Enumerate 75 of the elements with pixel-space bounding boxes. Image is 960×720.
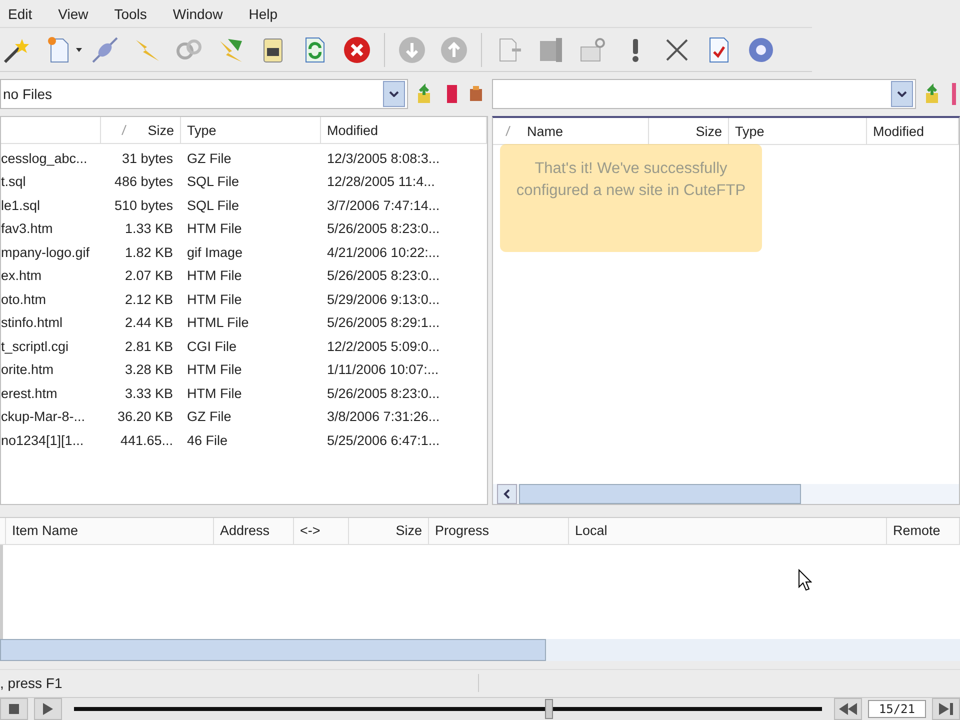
table-cell-text: 3.28 KB: [124, 362, 174, 378]
column-header[interactable]: Item Name: [6, 518, 214, 544]
table-cell-text: gif Image: [186, 244, 244, 260]
column-header[interactable]: Type: [729, 118, 867, 144]
column-header[interactable]: Modified: [867, 118, 959, 144]
table-cell-text: HTML File: [186, 315, 250, 330]
table-cell-text: erest.htm: [1, 386, 58, 401]
column-header[interactable]: Size: [101, 117, 181, 144]
path-field[interactable]: no Files: [0, 79, 408, 110]
table-cell-text: CGI File: [186, 338, 238, 354]
table-cell-text: 12/28/2005 11:4...: [326, 174, 436, 190]
table-cell-text: ex.htm: [1, 268, 43, 284]
column-header[interactable]: Address: [214, 518, 294, 544]
column-header[interactable]: Size: [349, 518, 429, 544]
table-cell-text: 2.12 KB: [124, 292, 174, 307]
table-cell-text: oto.htm: [1, 292, 48, 307]
column-header[interactable]: Modified: [321, 117, 487, 144]
table-cell-text: 510 bytes: [113, 198, 174, 213]
table-cell-text: 2.44 KB: [124, 315, 174, 330]
table-cell-text: HTM File: [186, 362, 243, 378]
table-cell-text: 3/8/2006 7:31:26...: [326, 409, 441, 424]
table-cell-text: 5/26/2005 8:29:1...: [326, 315, 441, 330]
table-cell-text: 3.33 KB: [124, 386, 174, 401]
table-cell-text: mpany-logo.gif: [1, 244, 91, 260]
table-cell-text: GZ File: [186, 409, 232, 424]
table-cell-text: cesslog_abc...: [1, 150, 88, 166]
table-cell-text: HTM File: [186, 386, 243, 401]
table-cell-text: no1234[1][1...: [1, 432, 85, 448]
table-cell-text: 1/11/2006 10:07:...: [326, 362, 440, 378]
table-cell-text: SQL File: [186, 198, 240, 213]
table-cell-text: 5/26/2005 8:23:0...: [326, 386, 441, 401]
table-cell-text: 5/26/2005 8:23:0...: [326, 268, 441, 284]
menu-item[interactable]: Help: [246, 6, 290, 22]
menu-item[interactable]: Window: [170, 6, 235, 22]
table-cell-text: orite.htm: [1, 362, 55, 378]
column-header[interactable]: <->: [294, 518, 349, 544]
column-header[interactable]: Remote: [887, 518, 960, 544]
table-cell-text: le1.sql: [1, 198, 42, 213]
table-cell-text: 2.81 KB: [124, 338, 174, 354]
table-cell-text: 3/7/2006 7:47:14...: [326, 198, 441, 213]
table-cell-text: 2.07 KB: [124, 268, 174, 284]
table-cell-text: 4/21/2006 10:22:...: [326, 244, 441, 260]
table-cell-text: HTM File: [186, 292, 243, 307]
table-cell-text: 441.65...: [119, 432, 174, 448]
column-header[interactable]: Type: [181, 117, 321, 144]
table-cell-text: t.sql: [1, 174, 27, 190]
table-cell-text: 31 bytes: [120, 150, 174, 166]
menu-item[interactable]: View: [56, 6, 100, 22]
table-cell-text: 5/26/2005 8:23:0...: [326, 221, 441, 236]
table-cell-text: 5/29/2006 9:13:0...: [326, 292, 441, 307]
table-cell-text: SQL File: [186, 174, 240, 190]
menu-item[interactable]: Edit: [6, 6, 44, 22]
status-text: , press F1: [0, 675, 64, 692]
table-cell-text: 5/25/2006 6:47:1...: [326, 432, 441, 448]
table-cell-text: ckup-Mar-8-...: [1, 409, 86, 424]
table-cell-text: 1.33 KB: [124, 221, 174, 236]
table-cell-text: HTM File: [186, 221, 243, 236]
column-header[interactable]: Local: [569, 518, 887, 544]
table-cell-text: stinfo.html: [1, 315, 64, 330]
table-cell-text: GZ File: [186, 150, 232, 166]
table-cell-text: 36.20 KB: [116, 409, 174, 424]
frame-counter: 15/21: [868, 700, 926, 718]
column-header[interactable]: Size: [649, 118, 729, 144]
table-cell-text: 12/2/2005 5:09:0...: [326, 338, 441, 354]
table-cell-text: 46 File: [186, 432, 229, 448]
column-header[interactable]: Name: [493, 118, 649, 144]
tooltip: That's it! We've successfully configured a new site in CuteFTP: [500, 144, 762, 252]
table-cell-text: 1.82 KB: [124, 244, 174, 260]
column-header[interactable]: Progress: [429, 518, 569, 544]
table-cell-text: fav3.htm: [1, 221, 54, 236]
table-cell-text: HTM File: [186, 268, 243, 284]
menu-item[interactable]: Tools: [112, 6, 159, 22]
table-cell-text: 12/3/2005 8:08:3...: [326, 150, 441, 166]
table-cell-text: 486 bytes: [113, 174, 174, 190]
table-cell-text: t_scriptl.cgi: [1, 338, 70, 354]
